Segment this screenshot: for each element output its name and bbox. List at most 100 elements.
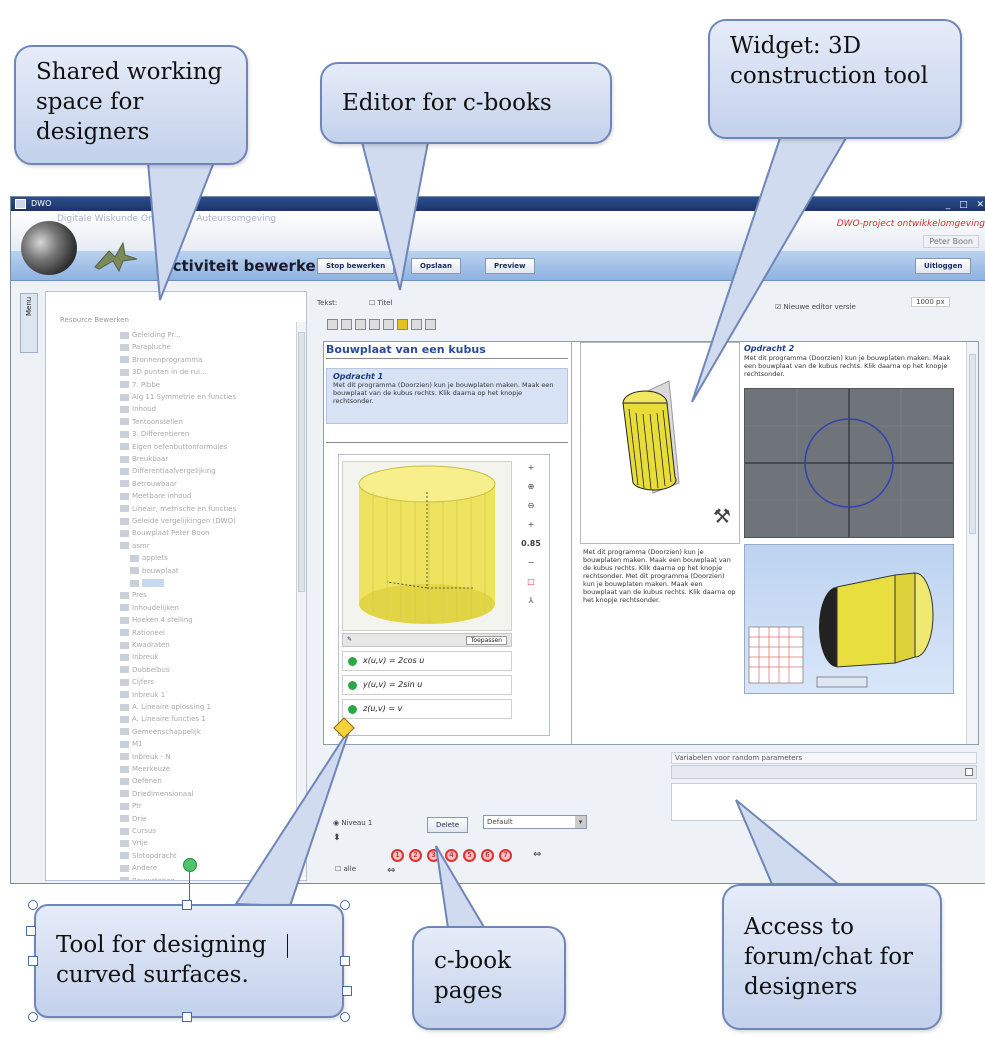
resize-handle[interactable] xyxy=(28,900,38,910)
params-field[interactable] xyxy=(671,765,977,779)
zoom-out-icon[interactable]: ⊖ xyxy=(517,501,545,520)
tree-item[interactable]: Lineair, metrische en functies xyxy=(120,504,236,514)
resize-handle[interactable] xyxy=(28,1012,38,1022)
equation-row[interactable]: z(u,v) = v xyxy=(342,699,512,719)
plus-icon[interactable]: + xyxy=(517,463,545,482)
tree-item[interactable]: Geleiding Pr... xyxy=(120,330,180,340)
tree-item[interactable]: Differentiaalvergelijking xyxy=(120,466,216,476)
resize-handle[interactable] xyxy=(28,956,38,966)
circle-graph[interactable] xyxy=(744,388,954,538)
color-icon[interactable] xyxy=(397,319,408,330)
tree-item[interactable]: Inhoudelijken xyxy=(120,603,179,613)
tree-item[interactable]: Hoeken 4 stelling xyxy=(120,615,193,625)
page-button[interactable]: 6 xyxy=(481,849,494,862)
tree-item[interactable]: Tentoonstellen xyxy=(120,417,183,427)
tree-item[interactable]: Drie xyxy=(120,814,147,824)
minus-icon[interactable]: − xyxy=(517,558,545,577)
visible-toggle-icon[interactable] xyxy=(348,681,357,690)
up-icon[interactable]: + xyxy=(517,520,545,539)
tree-item[interactable]: Kwadraten xyxy=(120,640,170,650)
construction-widget[interactable]: ⚒ xyxy=(580,342,740,544)
expand-icon[interactable] xyxy=(965,768,973,776)
tree-scroll-thumb[interactable] xyxy=(298,332,305,592)
tree-item[interactable]: Meetbare inhoud xyxy=(120,491,191,501)
tree-item[interactable]: Betrouwbaar xyxy=(120,479,177,489)
resize-handle[interactable] xyxy=(182,900,192,910)
page-button[interactable]: 2 xyxy=(409,849,422,862)
tree-item[interactable]: Inhoud xyxy=(120,404,156,414)
column-2-text[interactable]: Met dit programma (Doorzien) kun je bouw… xyxy=(580,546,740,694)
tree-item[interactable]: Slotopdracht xyxy=(120,851,177,861)
sidebar-menu-tab[interactable]: Menu xyxy=(20,293,38,353)
chevron-down-icon[interactable]: ▾ xyxy=(575,816,586,828)
zoom-in-icon[interactable]: ⊕ xyxy=(517,482,545,501)
tree-item[interactable]: Inbreuk 1 xyxy=(120,690,165,700)
visible-toggle-icon[interactable] xyxy=(348,657,357,666)
tree-item[interactable]: Vrije xyxy=(120,838,148,848)
all-checkbox[interactable]: ☐ alle xyxy=(335,865,356,873)
axes-icon[interactable]: ⅄ xyxy=(517,596,545,615)
pages-scroll-icon[interactable]: ⇔ xyxy=(533,849,541,860)
level-radio[interactable]: ◉ Niveau 1 xyxy=(333,819,372,827)
tree-item[interactable]: asmr xyxy=(120,541,150,551)
blank-icon[interactable] xyxy=(383,319,394,330)
tree-item[interactable]: Parapluche xyxy=(120,342,171,352)
window-controls[interactable]: _ □ ✕ xyxy=(946,198,985,212)
tree-item[interactable]: Dubbelbus xyxy=(120,665,170,675)
title-checkbox[interactable]: ☐ Titel xyxy=(369,299,393,307)
tree-item[interactable]: M1 xyxy=(120,739,143,749)
tree-item[interactable]: 7. Pibbe xyxy=(120,380,160,390)
tree-item[interactable]: Bronnenprogramma xyxy=(120,355,202,365)
tree-item[interactable]: A. Lineaire functies 1 xyxy=(120,714,206,724)
add-icon[interactable] xyxy=(341,319,352,330)
page-arrows-icon[interactable]: ⇔ xyxy=(387,865,395,876)
tree-item[interactable]: A. Lineaire oplossing 1 xyxy=(120,702,211,712)
tree-item[interactable]: Eigen oefenbuttonformules xyxy=(120,442,227,452)
tree-item[interactable]: Inbreuk xyxy=(120,652,158,662)
image-icon[interactable] xyxy=(369,319,380,330)
adjust-handle[interactable] xyxy=(342,986,352,996)
tree-item[interactable]: Inbreuk - N xyxy=(120,752,171,762)
layout-select[interactable]: Default ▾ xyxy=(483,815,587,829)
pencil-icon[interactable]: ✎ xyxy=(347,636,352,643)
tree-item[interactable]: Bouwstenen xyxy=(120,876,175,880)
apply-button[interactable]: Toepassen xyxy=(465,636,507,645)
page-scrollbar[interactable] xyxy=(966,342,978,744)
resize-handle[interactable] xyxy=(340,956,350,966)
tree-tabs[interactable]: Resource Bewerken xyxy=(60,316,129,324)
preview-button[interactable]: Preview xyxy=(485,258,535,274)
open-icon[interactable] xyxy=(327,319,338,330)
box-icon[interactable]: □ xyxy=(517,577,545,596)
tree-item[interactable]: Meerkeuze xyxy=(120,764,170,774)
page-button[interactable]: 4 xyxy=(445,849,458,862)
page-button[interactable]: 1 xyxy=(391,849,404,862)
print-icon[interactable] xyxy=(355,319,366,330)
new-editor-checkbox[interactable]: ☑ Nieuwe editor versie xyxy=(775,303,856,311)
equation-row[interactable]: y(u,v) = 2sin u xyxy=(342,675,512,695)
c-book-page[interactable]: Bouwplaat van een kubus Opdracht 1 Met d… xyxy=(323,341,979,745)
tree-item[interactable]: 3. Differentieren xyxy=(120,429,189,439)
rotate-handle[interactable] xyxy=(183,858,197,872)
visible-toggle-icon[interactable] xyxy=(348,705,357,714)
tree-item[interactable]: Cursus xyxy=(120,826,156,836)
tree-item[interactable]: 3D punten in de rui... xyxy=(120,367,207,377)
width-field[interactable]: 1000 px xyxy=(911,297,950,307)
tree-item[interactable]: Driedimensionaal xyxy=(120,789,193,799)
tree-item[interactable]: Breukbaar xyxy=(120,454,168,464)
page-title[interactable]: Bouwplaat van een kubus xyxy=(326,343,486,356)
page-button[interactable]: 5 xyxy=(463,849,476,862)
cylinder-view[interactable] xyxy=(342,461,512,631)
tree-item[interactable] xyxy=(130,578,164,588)
resource-tree[interactable]: Resource Bewerken Geleiding Pr... Paraplu… xyxy=(45,291,307,881)
delete-button[interactable]: Delete xyxy=(427,817,468,833)
tree-item[interactable]: Geleide vergelijkingen (DWO) xyxy=(120,516,236,526)
tree-item[interactable]: applets xyxy=(130,553,168,563)
adjust-handle[interactable] xyxy=(26,926,36,936)
page-scroll-thumb[interactable] xyxy=(969,354,976,534)
tree-item[interactable]: Andere xyxy=(120,863,157,873)
tree-item[interactable]: Bouwplaat Peter Boon xyxy=(120,528,209,538)
stop-edit-button[interactable]: Stop bewerken xyxy=(317,258,395,274)
tree-item[interactable]: Rationeel xyxy=(120,628,165,638)
tree-item[interactable]: Oefenen xyxy=(120,776,162,786)
tree-item[interactable]: bouwplaat xyxy=(130,566,179,576)
